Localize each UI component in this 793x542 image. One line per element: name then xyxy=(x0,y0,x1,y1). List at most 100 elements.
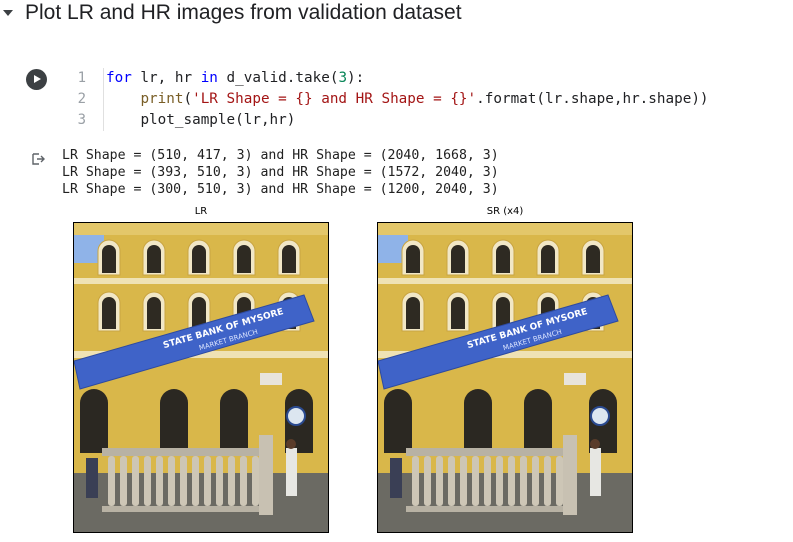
ground-arch xyxy=(464,389,492,453)
line-numbers: 1 2 3 xyxy=(60,68,86,131)
ground-arch xyxy=(524,389,552,453)
railing-base xyxy=(406,506,576,512)
output-line: LR Shape = (510, 417, 3) and HR Shape = … xyxy=(62,148,499,163)
baluster xyxy=(108,456,115,506)
line-number: 3 xyxy=(77,112,86,128)
code-editor[interactable]: 1 2 3 for lr, hr in d_valid.take(3): pri… xyxy=(60,68,780,132)
baluster xyxy=(204,456,211,506)
collapse-caret-icon[interactable] xyxy=(3,10,13,16)
code-lines[interactable]: for lr, hr in d_valid.take(3): print('LR… xyxy=(106,68,709,131)
ac-unit xyxy=(260,373,282,385)
output-menu-icon[interactable] xyxy=(31,152,45,166)
baluster xyxy=(144,456,151,506)
baluster xyxy=(228,456,235,506)
round-sign xyxy=(590,406,610,426)
window xyxy=(147,297,161,329)
window xyxy=(541,245,555,273)
cornice xyxy=(378,223,632,235)
output-line: LR Shape = (393, 510, 3) and HR Shape = … xyxy=(62,165,499,180)
lr-bank-photo: STATE BANK OF MYSOREMARKET BRANCH xyxy=(74,223,328,532)
line-number: 1 xyxy=(77,70,86,86)
baluster xyxy=(216,456,223,506)
window xyxy=(102,245,116,273)
window xyxy=(586,245,600,273)
ground-arch xyxy=(220,389,248,453)
code-string: 'LR Shape = {} and HR Shape = {}' xyxy=(192,91,477,107)
window xyxy=(192,245,206,273)
ground-arch xyxy=(80,389,108,453)
person xyxy=(86,458,98,498)
person xyxy=(590,448,601,496)
window xyxy=(406,245,420,273)
baluster xyxy=(484,456,491,506)
keyword-in: in xyxy=(200,70,218,86)
window xyxy=(496,245,510,273)
baluster xyxy=(168,456,175,506)
run-cell-button[interactable] xyxy=(26,69,47,90)
section-header: Plot LR and HR images from validation da… xyxy=(0,0,793,30)
railing-top xyxy=(102,448,272,456)
ac-unit xyxy=(564,373,586,385)
baluster xyxy=(472,456,479,506)
baluster xyxy=(252,456,259,506)
railing-top xyxy=(406,448,576,456)
person-head xyxy=(286,439,296,449)
baluster xyxy=(448,456,455,506)
baluster xyxy=(120,456,127,506)
baluster xyxy=(508,456,515,506)
lr-plot-title: LR xyxy=(194,206,208,217)
railing-post xyxy=(563,435,577,515)
code-text: ): xyxy=(347,70,365,86)
section-title: Plot LR and HR images from validation da… xyxy=(25,1,462,24)
cell-output: LR Shape = (510, 417, 3) and HR Shape = … xyxy=(62,147,499,198)
baluster xyxy=(532,456,539,506)
baluster xyxy=(156,456,163,506)
baluster xyxy=(240,456,247,506)
window xyxy=(237,245,251,273)
window xyxy=(406,297,420,329)
person-head xyxy=(590,439,600,449)
baluster xyxy=(556,456,563,506)
ledge xyxy=(74,278,328,284)
ground-arch xyxy=(160,389,188,453)
code-function: print xyxy=(140,91,184,107)
code-text: lr, hr xyxy=(131,70,201,86)
keyword-for: for xyxy=(106,70,132,86)
sr-image-plot: STATE BANK OF MYSORE MARKET BRANCH xyxy=(377,222,633,533)
window xyxy=(102,297,116,329)
code-text: d_valid.take( xyxy=(217,70,339,86)
baluster xyxy=(132,456,139,506)
window xyxy=(451,297,465,329)
ground-arch xyxy=(384,389,412,453)
cornice xyxy=(74,223,328,235)
ledge xyxy=(378,278,632,284)
lr-image-plot: STATE BANK OF MYSORE MARKET BRANCH xyxy=(73,222,329,533)
round-sign xyxy=(286,406,306,426)
code-line-3[interactable]: plot_sample(lr,hr) xyxy=(106,110,709,131)
baluster xyxy=(436,456,443,506)
window xyxy=(282,245,296,273)
person xyxy=(390,458,402,498)
line-number: 2 xyxy=(77,91,86,107)
person xyxy=(286,448,297,496)
baluster xyxy=(412,456,419,506)
sr-plot-title: SR (x4) xyxy=(486,206,524,217)
baluster xyxy=(496,456,503,506)
gutter-divider xyxy=(103,68,104,131)
baluster xyxy=(180,456,187,506)
baluster xyxy=(424,456,431,506)
railing-post xyxy=(259,435,273,515)
code-line-1[interactable]: for lr, hr in d_valid.take(3): xyxy=(106,68,709,89)
sr-bank-photo: STATE BANK OF MYSOREMARKET BRANCH xyxy=(378,223,632,532)
baluster xyxy=(520,456,527,506)
code-number: 3 xyxy=(338,70,348,86)
code-text: ( xyxy=(183,91,193,107)
window xyxy=(451,245,465,273)
baluster xyxy=(460,456,467,506)
code-line-2[interactable]: print('LR Shape = {} and HR Shape = {}'.… xyxy=(106,89,708,110)
railing-base xyxy=(102,506,272,512)
code-text: plot_sample(lr,hr) xyxy=(140,112,296,128)
baluster xyxy=(192,456,199,506)
